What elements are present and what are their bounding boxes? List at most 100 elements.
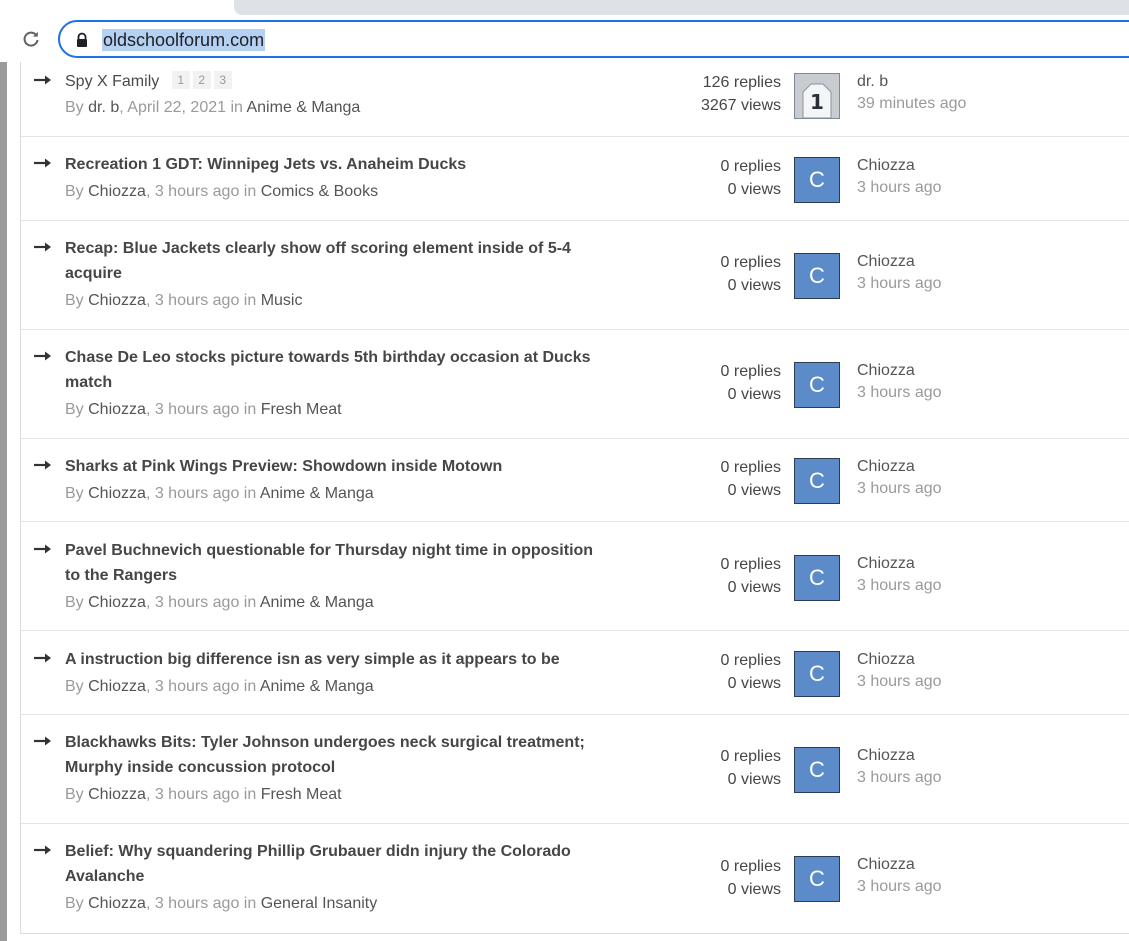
topic-stats: 126 replies 3267 views <box>661 71 781 117</box>
topic-meta: By Chiozza, 3 hours ago in Anime & Manga <box>65 485 374 502</box>
views-count: 0 views <box>727 482 781 499</box>
last-post-time[interactable]: 39 minutes ago <box>857 93 966 115</box>
avatar[interactable]: C <box>794 555 840 601</box>
avatar[interactable]: C <box>794 856 840 902</box>
topic-row: Chase De Leo stocks picture towards 5th … <box>21 330 1129 439</box>
author-link[interactable]: dr. b <box>88 99 119 116</box>
last-post-author[interactable]: Chiozza <box>857 553 942 575</box>
page-link[interactable]: 1 <box>171 71 190 89</box>
views-count: 0 views <box>727 881 781 898</box>
avatar[interactable]: C <box>794 253 840 299</box>
topic-date: 3 hours ago <box>154 183 240 200</box>
last-post-author[interactable]: dr. b <box>857 71 966 93</box>
avatar[interactable]: C <box>794 651 840 697</box>
author-link[interactable]: Chiozza <box>88 485 146 502</box>
in-label: in <box>243 401 257 418</box>
in-label: in <box>243 183 257 200</box>
topic-title[interactable]: Spy X Family 1 2 3 <box>65 69 605 94</box>
forum-link[interactable]: Music <box>261 292 303 309</box>
topic-row: Sharks at Pink Wings Preview: Showdown i… <box>21 439 1129 522</box>
author-link[interactable]: Chiozza <box>88 786 146 803</box>
page-link[interactable]: 3 <box>213 71 232 89</box>
topic-date: 3 hours ago <box>154 292 240 309</box>
last-post-time[interactable]: 3 hours ago <box>857 478 942 500</box>
topic-stats: 0 replies 0 views <box>661 855 781 901</box>
last-post-time[interactable]: 3 hours ago <box>857 767 942 789</box>
forum-link[interactable]: Anime & Manga <box>260 485 374 502</box>
avatar[interactable]: C <box>794 747 840 793</box>
arrow-right-icon <box>33 239 53 255</box>
last-post-time[interactable]: 3 hours ago <box>857 382 942 404</box>
author-link[interactable]: Chiozza <box>88 895 146 912</box>
last-post-author[interactable]: Chiozza <box>857 649 942 671</box>
replies-count: 0 replies <box>720 254 781 271</box>
avatar[interactable]: 1 <box>794 73 840 119</box>
replies-count: 126 replies <box>702 74 781 91</box>
topic-title[interactable]: A instruction big difference isn as very… <box>65 647 605 672</box>
last-post-author[interactable]: Chiozza <box>857 155 942 177</box>
in-label: in <box>243 594 257 611</box>
by-label: By <box>65 594 84 611</box>
views-count: 0 views <box>727 675 781 692</box>
last-post: Chiozza 3 hours ago <box>857 854 942 898</box>
forum-link[interactable]: General Insanity <box>261 895 378 912</box>
jersey-avatar-icon: 1 <box>795 74 839 118</box>
last-post-author[interactable]: Chiozza <box>857 360 942 382</box>
topic-title[interactable]: Recap: Blue Jackets clearly show off sco… <box>65 236 605 286</box>
topic-stats: 0 replies 0 views <box>661 649 781 695</box>
topic-meta: By dr. b, April 22, 2021 in Anime & Mang… <box>65 99 361 116</box>
avatar[interactable]: C <box>794 157 840 203</box>
in-label: in <box>243 678 257 695</box>
by-label: By <box>65 678 84 695</box>
topic-title[interactable]: Recreation 1 GDT: Winnipeg Jets vs. Anah… <box>65 152 605 177</box>
tab-strip <box>234 0 1129 15</box>
last-post-author[interactable]: Chiozza <box>857 456 942 478</box>
last-post-time[interactable]: 3 hours ago <box>857 177 942 199</box>
topic-title[interactable]: Blackhawks Bits: Tyler Johnson undergoes… <box>65 730 605 780</box>
topic-title[interactable]: Belief: Why squandering Phillip Grubauer… <box>65 839 605 889</box>
address-bar[interactable]: oldschoolforum.com <box>58 20 1129 58</box>
last-post: Chiozza 3 hours ago <box>857 553 942 597</box>
replies-count: 0 replies <box>720 363 781 380</box>
topic-row: Recreation 1 GDT: Winnipeg Jets vs. Anah… <box>21 137 1129 221</box>
topic-stats: 0 replies 0 views <box>661 456 781 502</box>
reload-icon[interactable] <box>19 27 43 51</box>
last-post-time[interactable]: 3 hours ago <box>857 671 942 693</box>
author-link[interactable]: Chiozza <box>88 292 146 309</box>
views-count: 0 views <box>727 277 781 294</box>
topic-title[interactable]: Pavel Buchnevich questionable for Thursd… <box>65 538 605 588</box>
page-link[interactable]: 2 <box>192 71 211 89</box>
forum-link[interactable]: Anime & Manga <box>260 678 374 695</box>
forum-link[interactable]: Fresh Meat <box>261 401 342 418</box>
url-text[interactable]: oldschoolforum.com <box>102 29 266 51</box>
arrow-right-icon <box>33 348 53 364</box>
topic-meta: By Chiozza, 3 hours ago in General Insan… <box>65 895 378 912</box>
topic-meta: By Chiozza, 3 hours ago in Anime & Manga <box>65 594 374 611</box>
forum-link[interactable]: Anime & Manga <box>246 99 360 116</box>
topic-title[interactable]: Sharks at Pink Wings Preview: Showdown i… <box>65 454 605 479</box>
last-post-time[interactable]: 3 hours ago <box>857 273 942 295</box>
by-label: By <box>65 485 84 502</box>
arrow-right-icon <box>33 72 53 88</box>
topic-title[interactable]: Chase De Leo stocks picture towards 5th … <box>65 345 605 395</box>
topic-title-text[interactable]: Spy X Family <box>65 73 159 90</box>
forum-link[interactable]: Anime & Manga <box>260 594 374 611</box>
last-post-time[interactable]: 3 hours ago <box>857 575 942 597</box>
avatar[interactable]: C <box>794 362 840 408</box>
last-post-time[interactable]: 3 hours ago <box>857 876 942 898</box>
replies-count: 0 replies <box>720 158 781 175</box>
author-link[interactable]: Chiozza <box>88 401 146 418</box>
author-link[interactable]: Chiozza <box>88 594 146 611</box>
avatar[interactable]: C <box>794 458 840 504</box>
arrow-right-icon <box>33 155 53 171</box>
last-post-author[interactable]: Chiozza <box>857 854 942 876</box>
in-label: in <box>243 485 257 502</box>
author-link[interactable]: Chiozza <box>88 183 146 200</box>
arrow-right-icon <box>33 650 53 666</box>
forum-link[interactable]: Fresh Meat <box>261 786 342 803</box>
author-link[interactable]: Chiozza <box>88 678 146 695</box>
last-post-author[interactable]: Chiozza <box>857 745 942 767</box>
arrow-right-icon <box>33 733 53 749</box>
last-post-author[interactable]: Chiozza <box>857 251 942 273</box>
forum-link[interactable]: Comics & Books <box>261 183 378 200</box>
